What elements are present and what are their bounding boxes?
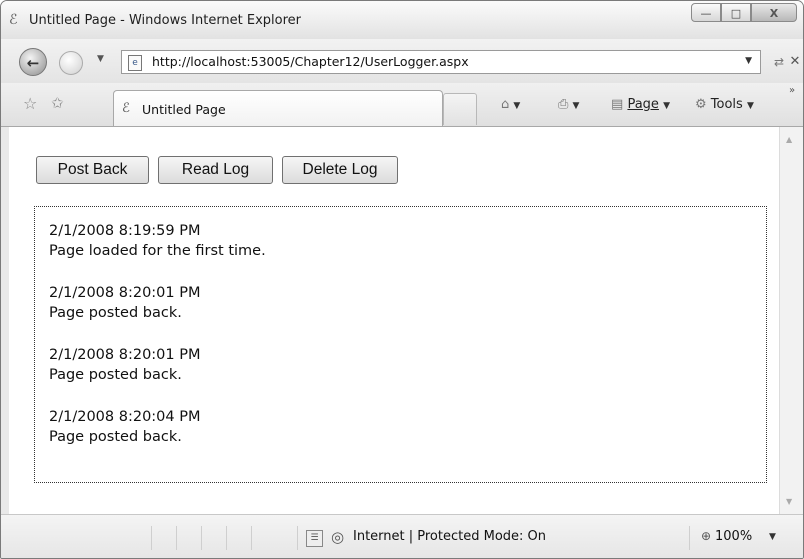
print-button[interactable]: ⎙ ▼ (558, 97, 579, 112)
refresh-icon: ⇄ (773, 55, 785, 69)
log-message: Page posted back. (49, 429, 182, 445)
more-commands-icon[interactable]: » (789, 85, 795, 96)
forward-button[interactable] (59, 51, 83, 75)
page-menu-label: Page (627, 97, 659, 112)
chevron-down-icon: ▼ (572, 101, 580, 111)
read-log-button[interactable]: Read Log (158, 156, 273, 184)
window-controls: — □ X (691, 3, 797, 23)
vertical-scrollbar[interactable]: ▲ ▼ (779, 127, 803, 514)
status-divider (151, 526, 152, 550)
favorites-star-icon[interactable]: ☆ (23, 94, 37, 113)
page-menu-icon: ▤ (611, 97, 624, 112)
home-icon: ⌂ (501, 97, 510, 112)
log-timestamp: 2/1/2008 8:20:01 PM (49, 347, 201, 363)
tools-menu[interactable]: ⚙ Tools ▼ (695, 97, 754, 112)
log-panel: 2/1/2008 8:19:59 PM Page loaded for the … (34, 206, 767, 483)
add-favorites-icon[interactable]: ✩ (51, 94, 64, 112)
back-button[interactable]: ← (19, 48, 47, 76)
chevron-down-icon: ▼ (746, 101, 754, 111)
zoom-level[interactable]: 100% (715, 529, 752, 544)
close-button[interactable]: X (751, 3, 797, 22)
maximize-button[interactable]: □ (721, 3, 751, 22)
chevron-down-icon: ▼ (513, 101, 521, 111)
address-dropdown-icon[interactable]: ▼ (745, 56, 752, 66)
log-message: Page loaded for the first time. (49, 243, 266, 259)
log-entry: 2/1/2008 8:20:04 PM Page posted back. (49, 407, 201, 447)
log-timestamp: 2/1/2008 8:20:04 PM (49, 409, 201, 425)
delete-log-button[interactable]: Delete Log (282, 156, 398, 184)
log-message: Page posted back. (49, 367, 182, 383)
ie-logo-icon: ℰ (122, 101, 130, 116)
home-button[interactable]: ⌂ ▼ (501, 97, 520, 112)
ie-logo-icon: ℰ (9, 12, 18, 28)
tab-label: Untitled Page (142, 102, 226, 117)
scroll-up-icon[interactable]: ▲ (786, 135, 792, 144)
new-tab-button[interactable] (443, 93, 477, 125)
stop-icon: ✕ (789, 54, 801, 69)
globe-icon: ◎ (331, 528, 345, 546)
status-divider (176, 526, 177, 550)
address-bar[interactable]: e http://localhost:53005/Chapter12/UserL… (121, 50, 761, 74)
zoom-icon: ⊕ (701, 529, 712, 543)
title-bar: ℰ Untitled Page - Windows Internet Explo… (1, 1, 803, 39)
status-divider (226, 526, 227, 550)
tools-gear-icon: ⚙ (695, 97, 707, 112)
page-menu[interactable]: ▤ Page ▼ (611, 97, 670, 112)
status-divider (689, 526, 690, 550)
page-icon: e (128, 55, 142, 71)
log-entry: 2/1/2008 8:20:01 PM Page posted back. (49, 283, 201, 323)
recent-pages-dropdown[interactable]: ▼ (97, 54, 104, 64)
log-timestamp: 2/1/2008 8:20:01 PM (49, 285, 201, 301)
address-url[interactable]: http://localhost:53005/Chapter12/UserLog… (152, 54, 469, 69)
log-timestamp: 2/1/2008 8:19:59 PM (49, 223, 201, 239)
tab-untitled-page[interactable]: ℰ Untitled Page (113, 90, 443, 126)
log-entry: 2/1/2008 8:20:01 PM Page posted back. (49, 345, 201, 385)
status-divider (251, 526, 252, 550)
scroll-down-icon[interactable]: ▼ (786, 497, 792, 506)
zoom-dropdown-icon[interactable]: ▼ (769, 532, 776, 542)
tools-menu-label: Tools (710, 97, 743, 112)
browser-window: ℰ Untitled Page - Windows Internet Explo… (0, 0, 804, 559)
chevron-down-icon: ▼ (663, 101, 670, 111)
print-icon: ⎙ (558, 97, 569, 112)
security-icon[interactable]: ☰ (306, 530, 323, 547)
stop-button[interactable]: ✕ (788, 50, 802, 74)
window-title: Untitled Page - Windows Internet Explore… (29, 13, 302, 28)
log-message: Page posted back. (49, 305, 182, 321)
status-divider (297, 526, 298, 550)
log-entry: 2/1/2008 8:19:59 PM Page loaded for the … (49, 221, 266, 261)
back-arrow-icon: ← (26, 54, 40, 72)
security-zone[interactable]: Internet | Protected Mode: On (353, 529, 546, 544)
minimize-button[interactable]: — (691, 3, 721, 22)
status-divider (201, 526, 202, 550)
post-back-button[interactable]: Post Back (36, 156, 149, 184)
